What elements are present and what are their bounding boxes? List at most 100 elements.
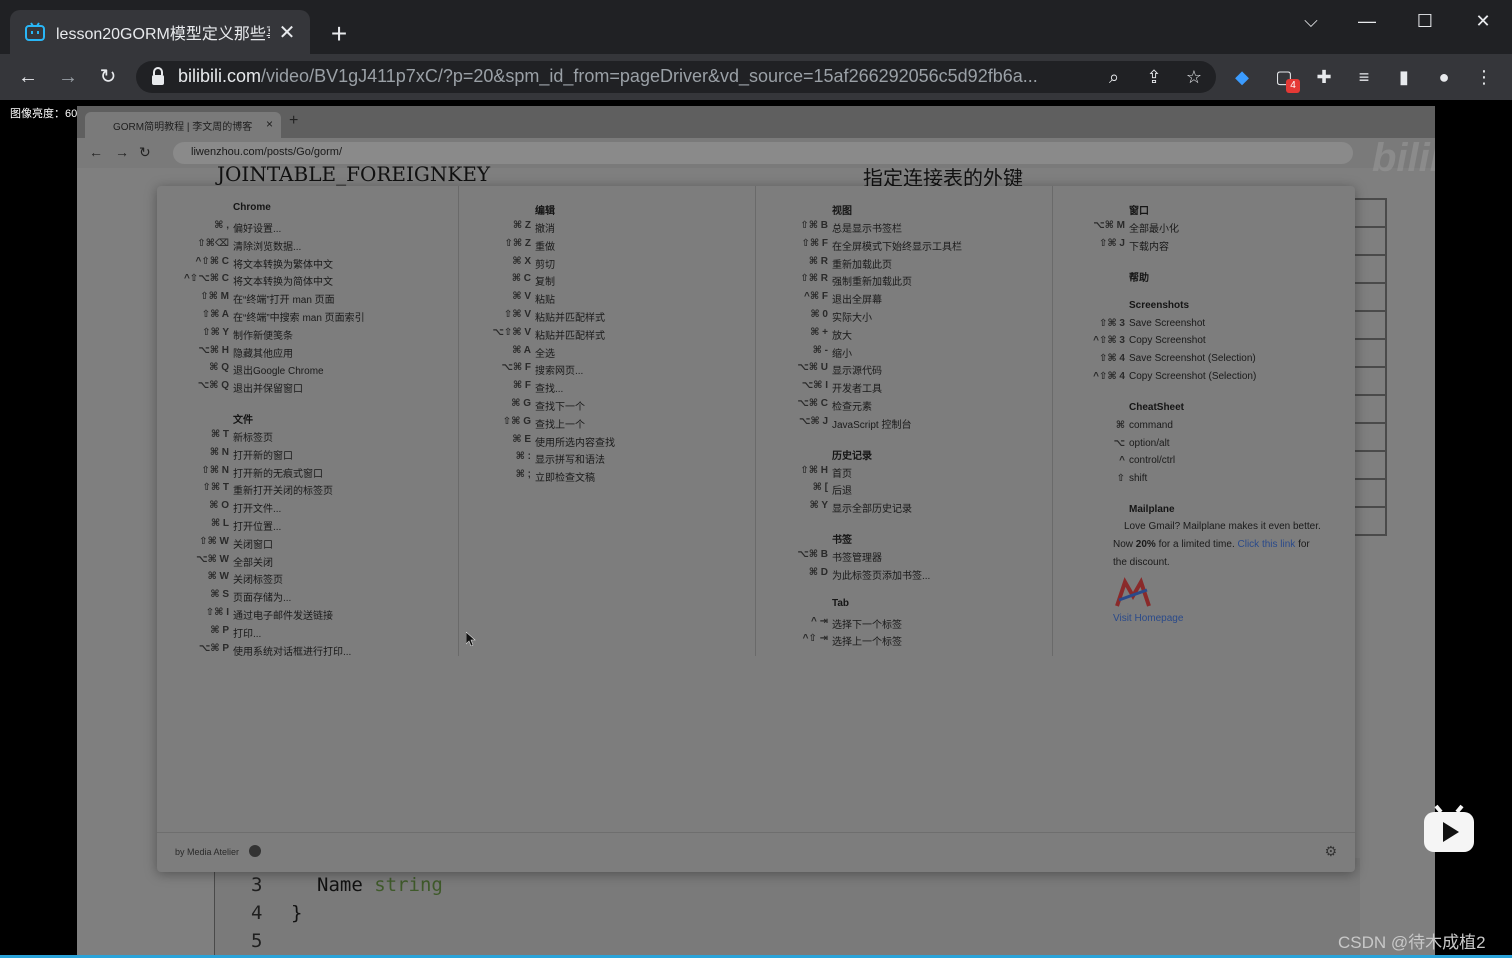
- shortcut-keys: ^⇧ ⇥: [802, 633, 828, 645]
- address-bar[interactable]: bilibili.com/video/BV1gJ411p7xC/?p=20&sp…: [136, 61, 1216, 93]
- cheatsheet-column: 窗口 ⌥⌘ M 全部最小化 ⇧⌘ J 下载内容 帮助 Screenshots ⇧⌘ 3 Save…: [1053, 186, 1355, 656]
- shortcut-description: 关闭窗口: [233, 539, 273, 551]
- tab-close-icon[interactable]: ✕: [276, 20, 298, 45]
- panel-footer: by Media Atelier ⚙: [157, 832, 1355, 872]
- shortcut-keys: ^⇧⌘ 3: [1093, 335, 1125, 347]
- shortcut-description: 实际大小: [832, 313, 872, 324]
- video-tabstrip: GORM简明教程 | 李文周的博客 × +: [77, 106, 1435, 138]
- shortcut-description: 重新打开关闭的标签页: [233, 486, 333, 498]
- shortcut-keys: ⌥⌘ H: [198, 344, 229, 356]
- shortcut-description: 使用所选内容查找: [535, 437, 615, 449]
- back-button[interactable]: ←: [14, 63, 42, 91]
- shortcut-keys: ⇧⌘ H: [800, 464, 828, 476]
- shortcut-description: 全选: [535, 348, 555, 360]
- shortcut-keys: ⌘ :: [515, 451, 531, 463]
- shortcut-keys: ⌥⌘ J: [798, 415, 828, 427]
- shortcut-description: 粘贴并匹配样式: [535, 330, 605, 342]
- shortcut-description: 隐藏其他应用: [233, 348, 293, 360]
- shortcut-keys: ⌘ F: [512, 380, 531, 392]
- shortcut-keys: ⇧⌘ J: [1099, 237, 1125, 249]
- shortcut-keys: ⇧: [1116, 473, 1125, 485]
- tab-title: lesson20GORM模型定义那些事: [56, 26, 270, 43]
- mailplane-line2: Now 20% for a limited time. Click this l…: [1113, 536, 1345, 554]
- menu-kebab-icon[interactable]: ⋮: [1470, 63, 1498, 91]
- code-text: Name: [317, 874, 363, 896]
- shortcut-keys: ⌘: [1115, 419, 1125, 431]
- shortcut-description: 打开新的无痕式窗口: [233, 468, 323, 480]
- shortcut-keys: ^ ⇥: [811, 615, 828, 627]
- shortcut-description: 打开文件...: [233, 504, 282, 516]
- shortcut-keys: ^: [1119, 455, 1125, 467]
- shortcut-description: 查找...: [535, 384, 564, 396]
- code-line: }: [291, 902, 303, 924]
- shortcut-keys: ⌘ S: [210, 589, 229, 601]
- arrow-circle-icon[interactable]: [249, 845, 261, 857]
- shortcut-keys: ⌘ T: [210, 429, 229, 440]
- profile-avatar-icon[interactable]: ●: [1430, 63, 1458, 91]
- mailplane-link[interactable]: Click this link: [1238, 539, 1296, 550]
- shortcut-description: 打开新的窗口: [233, 450, 293, 462]
- shortcut-description: 页面存储为...: [233, 593, 292, 605]
- gear-icon[interactable]: ⚙: [1324, 843, 1337, 860]
- maximize-button[interactable]: ☐: [1402, 8, 1448, 34]
- shortcut-keys: ⌘ V: [512, 291, 531, 303]
- side-panel-icon[interactable]: ▮: [1390, 63, 1418, 91]
- section-title: 编辑: [535, 206, 555, 217]
- shortcut-keys: ⌘ Q: [209, 362, 229, 374]
- mailplane-line1: Love Gmail? Mailplane makes it even bett…: [1124, 521, 1321, 532]
- video-forward-icon: →: [115, 144, 129, 160]
- tab-active[interactable]: lesson20GORM模型定义那些事 ✕: [10, 10, 310, 54]
- shortcut-keys: ^⇧⌘ C: [195, 255, 230, 267]
- shortcut-description: 剪切: [535, 259, 555, 271]
- visit-homepage-link[interactable]: Visit Homepage: [1113, 613, 1183, 624]
- zoom-icon[interactable]: ⌕: [1102, 65, 1126, 89]
- shortcut-description: Save Screenshot (Selection): [1129, 353, 1256, 365]
- shortcut-description: 粘贴: [535, 295, 555, 307]
- shortcut-keys: ⌥⌘ F: [501, 362, 531, 374]
- shortcut-keys: ⌘ D: [808, 566, 828, 578]
- shortcut-description: 后退: [832, 486, 852, 498]
- cheatsheet-column: 视图 ⇧⌘ B 总是显示书签栏 ⇧⌘ F 在全屏模式下始终显示工具栏 ⌘ R 重新加载此页 ⇧…: [756, 186, 1053, 656]
- play-button-icon[interactable]: [1422, 804, 1476, 854]
- shortcut-description: 下载内容: [1129, 241, 1169, 253]
- shortcut-keys: ⇧⌘ T: [202, 482, 229, 494]
- forward-button[interactable]: →: [54, 63, 82, 91]
- close-window-button[interactable]: ✕: [1460, 8, 1506, 34]
- video-url: liwenzhou.com/posts/Go/gorm/: [173, 142, 1353, 164]
- share-icon[interactable]: ⇪: [1142, 65, 1166, 89]
- shortcut-description: 缩小: [832, 348, 852, 360]
- mailplane-for: for: [1295, 539, 1310, 550]
- shortcut-keys: ⌘ G: [511, 398, 531, 409]
- shortcut-keys: ⇧⌘ A: [201, 309, 229, 320]
- mailplane-logo-icon[interactable]: [1113, 576, 1153, 610]
- shortcut-keys: ⌘ [: [812, 482, 828, 494]
- shortcut-keys: ⌥⇧⌘ V: [492, 326, 531, 338]
- shortcut-keys: ⌘ W: [207, 571, 230, 583]
- bookmark-star-icon[interactable]: ☆: [1182, 65, 1206, 89]
- reload-button[interactable]: ↻: [94, 63, 122, 91]
- gem-extension-icon[interactable]: ◆: [1228, 63, 1256, 91]
- shortcut-description: 检查元素: [832, 402, 872, 413]
- shortcut-description: 在“终端”打开 man 页面: [233, 295, 335, 307]
- shortcut-keys: ⌘ X: [512, 255, 531, 267]
- shortcut-keys: ⇧⌘⌫: [197, 237, 229, 249]
- shortcut-description: 总是显示书签栏: [832, 224, 902, 235]
- reading-list-icon[interactable]: ≡: [1350, 63, 1378, 91]
- shortcut-keys: ⇧⌘ N: [201, 464, 229, 476]
- url-host: bilibili.com: [178, 66, 262, 86]
- url-text[interactable]: bilibili.com/video/BV1gJ411p7xC/?p=20&sp…: [178, 66, 1088, 87]
- shortcut-keys: ⌘ N: [209, 446, 229, 458]
- section-title: 书签: [832, 535, 852, 546]
- new-tab-button[interactable]: +: [324, 20, 354, 50]
- section-title: CheatSheet: [1129, 401, 1185, 413]
- code-line: Name string: [317, 874, 443, 896]
- shortcut-description: 打开位置...: [233, 522, 282, 533]
- extensions-puzzle-icon[interactable]: ✚: [1310, 63, 1338, 91]
- tab-search-icon[interactable]: ⌵: [1288, 8, 1334, 34]
- line-number: 5: [251, 930, 263, 952]
- shortcut-keys: ⌘ ,: [214, 220, 229, 231]
- shortcut-keys: ⌘ E: [512, 433, 531, 445]
- minimize-button[interactable]: —: [1344, 8, 1390, 34]
- mailplane-promo: Love Gmail? Mailplane makes it even bett…: [1113, 518, 1345, 572]
- shortcut-description: 首页: [832, 468, 852, 480]
